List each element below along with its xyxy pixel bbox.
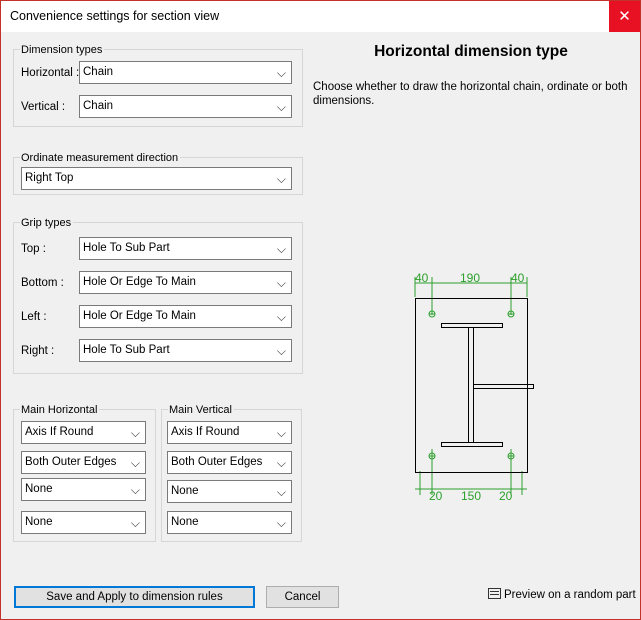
chevron-down-icon: ⌵	[130, 483, 140, 497]
vertical-label: Vertical :	[21, 101, 66, 113]
chevron-down-icon: ⌵	[130, 426, 140, 440]
main-vertical-select-1[interactable]: Axis If Round ⌵	[167, 421, 292, 444]
grip-right-label: Right :	[21, 345, 55, 357]
grip-bottom-select[interactable]: Hole Or Edge To Main ⌵	[79, 271, 292, 294]
vertical-dimension-select[interactable]: Chain ⌵	[79, 95, 292, 118]
bottom-dim-right: 20	[499, 489, 513, 503]
grip-right-select[interactable]: Hole To Sub Part ⌵	[79, 339, 292, 362]
close-icon: ✕	[618, 8, 631, 25]
horizontal-dimension-select[interactable]: Chain ⌵	[79, 61, 292, 84]
help-description: Choose whether to draw the horizontal ch…	[313, 81, 628, 107]
main-vertical-select-4[interactable]: None ⌵	[167, 511, 292, 534]
section-diagram: 40 190 40 20 150 20	[414, 271, 534, 503]
main-horizontal-select-2[interactable]: Both Outer Edges ⌵	[21, 451, 146, 474]
top-dim-right: 40	[511, 271, 525, 285]
chevron-down-icon: ⌵	[276, 426, 286, 440]
chevron-down-icon: ⌵	[276, 310, 286, 324]
horizontal-label: Horizontal :	[21, 67, 80, 79]
main-vertical-select-3[interactable]: None ⌵	[167, 480, 292, 503]
help-heading: Horizontal dimension type	[374, 43, 568, 60]
dialog-window: Convenience settings for section view ✕ …	[0, 0, 641, 620]
chevron-down-icon: ⌵	[276, 456, 286, 470]
grip-left-select[interactable]: Hole Or Edge To Main ⌵	[79, 305, 292, 328]
main-horizontal-select-4[interactable]: None ⌵	[21, 511, 146, 534]
chevron-down-icon: ⌵	[276, 516, 286, 530]
chevron-down-icon: ⌵	[276, 66, 286, 80]
group-legend: Main Vertical	[168, 403, 234, 417]
group-legend: Grip types	[20, 216, 74, 230]
chevron-down-icon: ⌵	[276, 172, 286, 186]
preview-label: Preview on a random part	[504, 589, 636, 601]
chevron-down-icon: ⌵	[276, 242, 286, 256]
cancel-button[interactable]: Cancel	[266, 586, 339, 608]
bottom-dim-left: 20	[429, 489, 443, 503]
grip-top-label: Top :	[21, 243, 46, 255]
title-bar: Convenience settings for section view ✕	[1, 1, 640, 32]
main-horizontal-select-3[interactable]: None ⌵	[21, 478, 146, 501]
bottom-dim-middle: 150	[461, 489, 481, 503]
chevron-down-icon: ⌵	[276, 485, 286, 499]
main-horizontal-select-1[interactable]: Axis If Round ⌵	[21, 421, 146, 444]
group-legend: Ordinate measurement direction	[20, 151, 181, 165]
grip-bottom-label: Bottom :	[21, 277, 64, 289]
top-dim-left: 40	[415, 271, 429, 285]
preview-window-icon	[488, 588, 501, 599]
chevron-down-icon: ⌵	[276, 100, 286, 114]
chevron-down-icon: ⌵	[130, 456, 140, 470]
chevron-down-icon: ⌵	[276, 344, 286, 358]
close-button[interactable]: ✕	[609, 1, 640, 32]
grip-top-select[interactable]: Hole To Sub Part ⌵	[79, 237, 292, 260]
group-legend: Main Horizontal	[20, 403, 100, 417]
chevron-down-icon: ⌵	[276, 276, 286, 290]
save-apply-button[interactable]: Save and Apply to dimension rules	[14, 586, 255, 608]
main-vertical-select-2[interactable]: Both Outer Edges ⌵	[167, 451, 292, 474]
top-dim-middle: 190	[460, 271, 480, 285]
ordinate-direction-select[interactable]: Right Top ⌵	[21, 167, 292, 190]
preview-random-part-link[interactable]: Preview on a random part	[488, 588, 636, 601]
grip-left-label: Left :	[21, 311, 47, 323]
chevron-down-icon: ⌵	[130, 516, 140, 530]
window-title: Convenience settings for section view	[10, 9, 220, 23]
group-legend: Dimension types	[20, 43, 105, 57]
